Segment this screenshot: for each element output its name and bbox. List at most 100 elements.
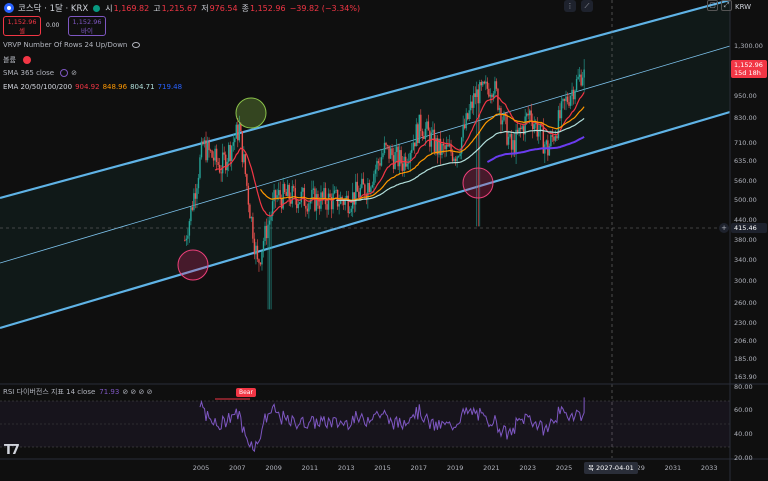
- candle-body: [214, 148, 216, 161]
- candle-body: [519, 127, 522, 130]
- ema-legend[interactable]: EMA 20/50/100/200 904.92 848.96 804.71 7…: [3, 83, 182, 91]
- candle-body: [563, 98, 566, 101]
- candle-body: [212, 157, 215, 161]
- candle-body: [342, 200, 345, 205]
- candle-body: [473, 93, 475, 108]
- candle-body: [488, 88, 490, 97]
- price-tick: 163.90: [734, 373, 757, 381]
- current-price-tag: 1,152.96 15d 18h: [731, 60, 767, 78]
- candle-body: [515, 129, 517, 155]
- sell-price: 1,152.96: [7, 18, 37, 26]
- candle-body: [188, 221, 191, 236]
- top-circle-marker: [235, 97, 267, 129]
- symbol-header: 코스닥 · 1달 · KRX 시 1,169.82 고 1,215.67 저 9…: [0, 0, 364, 16]
- layout-icon[interactable]: ▢: [707, 0, 718, 11]
- time-tick: 2011: [301, 464, 319, 472]
- high-value: 1,215.67: [161, 3, 198, 13]
- candle-body: [315, 194, 318, 211]
- candle-body: [397, 146, 399, 167]
- rsi-legend[interactable]: RSI 다이버전스 지표 14 close 71.93 ⊘ ⊘ ⊘ ⊘: [3, 387, 152, 397]
- candle-body: [265, 225, 268, 239]
- candle-body: [403, 156, 405, 171]
- candle-body: [529, 110, 531, 116]
- candle-body: [376, 161, 378, 170]
- candle-body: [191, 207, 194, 210]
- price-chart[interactable]: [0, 0, 768, 481]
- candle-body: [465, 113, 467, 129]
- tradingview-logo-icon[interactable]: T7: [4, 443, 20, 458]
- candle-body: [382, 153, 384, 158]
- candle-body: [483, 81, 486, 84]
- candle-body: [545, 140, 548, 145]
- price-tick: 230.00: [734, 319, 757, 327]
- candle-body: [333, 190, 336, 194]
- candle-body: [530, 110, 532, 121]
- draw-line-icon[interactable]: ⟋: [581, 0, 593, 12]
- rsi-tick: 80.00: [734, 383, 753, 391]
- candle-body: [220, 172, 222, 174]
- candle-body: [358, 191, 360, 198]
- rsi-value: 71.93: [99, 388, 120, 396]
- candle-body: [398, 150, 401, 167]
- add-alert-icon[interactable]: +: [719, 223, 729, 233]
- candle-body: [424, 128, 427, 140]
- candle-body: [374, 169, 377, 174]
- sma-legend[interactable]: SMA 365 close ⊘: [3, 69, 79, 77]
- candle-body: [497, 88, 499, 110]
- candle-body: [276, 195, 278, 199]
- candle-body: [228, 144, 230, 162]
- error-icon[interactable]: [22, 56, 31, 64]
- candle-body: [362, 178, 365, 185]
- candle-body: [389, 148, 392, 159]
- candle-body: [244, 154, 247, 175]
- candle-body: [323, 188, 325, 198]
- candle-body: [480, 82, 482, 86]
- candle-body: [241, 131, 244, 163]
- fullscreen-icon[interactable]: ⤢: [721, 0, 732, 11]
- candle-body: [451, 152, 454, 162]
- candle-body: [432, 129, 434, 133]
- vrvp-legend[interactable]: VRVP Number Of Rows 24 Up/Down: [3, 41, 141, 49]
- kosdaq-logo-icon: [4, 3, 14, 13]
- time-tick: 2023: [519, 464, 536, 472]
- candle-body: [459, 153, 461, 157]
- candle-body: [299, 202, 301, 205]
- candle-body: [200, 141, 203, 158]
- candle-body: [327, 193, 330, 210]
- price-tick: 340.00: [734, 256, 757, 264]
- settings-icon[interactable]: ⋮: [564, 0, 576, 12]
- eye-icon[interactable]: [132, 42, 141, 48]
- bottom-circle-marker: [177, 249, 209, 281]
- buy-button[interactable]: 1,152.96 바이: [68, 16, 106, 36]
- candle-body: [221, 152, 224, 174]
- candle-body: [373, 173, 375, 185]
- candle-body: [223, 152, 225, 155]
- candle-body: [377, 161, 380, 164]
- currency-label[interactable]: KRW: [735, 3, 751, 11]
- candle-body: [426, 121, 428, 129]
- symbol-title[interactable]: 코스닥 · 1달 · KRX: [18, 2, 88, 14]
- ema50-value: 848.96: [102, 83, 128, 91]
- rsi-options-icon[interactable]: ⊘ ⊘ ⊘ ⊘: [122, 388, 152, 396]
- candle-body: [395, 146, 398, 153]
- ema200-value: 719.48: [157, 83, 183, 91]
- candle-body: [463, 124, 466, 129]
- sell-button[interactable]: 1,152.96 셀: [3, 16, 41, 36]
- candle-body: [306, 208, 309, 212]
- candle-body: [318, 205, 321, 209]
- visibility-circle-icon[interactable]: [60, 69, 69, 77]
- candle-body: [361, 178, 363, 188]
- candle-body: [224, 154, 227, 171]
- candle-body: [356, 181, 358, 192]
- candle-body: [249, 204, 251, 219]
- candle-body: [321, 192, 324, 198]
- candle-body: [250, 217, 253, 219]
- candle-body: [380, 157, 383, 166]
- candle-body: [560, 101, 563, 119]
- candle-body: [350, 208, 352, 212]
- candle-body: [379, 163, 381, 166]
- time-tick: 2031: [664, 464, 682, 472]
- candle-body: [291, 186, 293, 204]
- volume-legend[interactable]: 볼륨: [3, 55, 31, 65]
- candle-body: [197, 177, 200, 189]
